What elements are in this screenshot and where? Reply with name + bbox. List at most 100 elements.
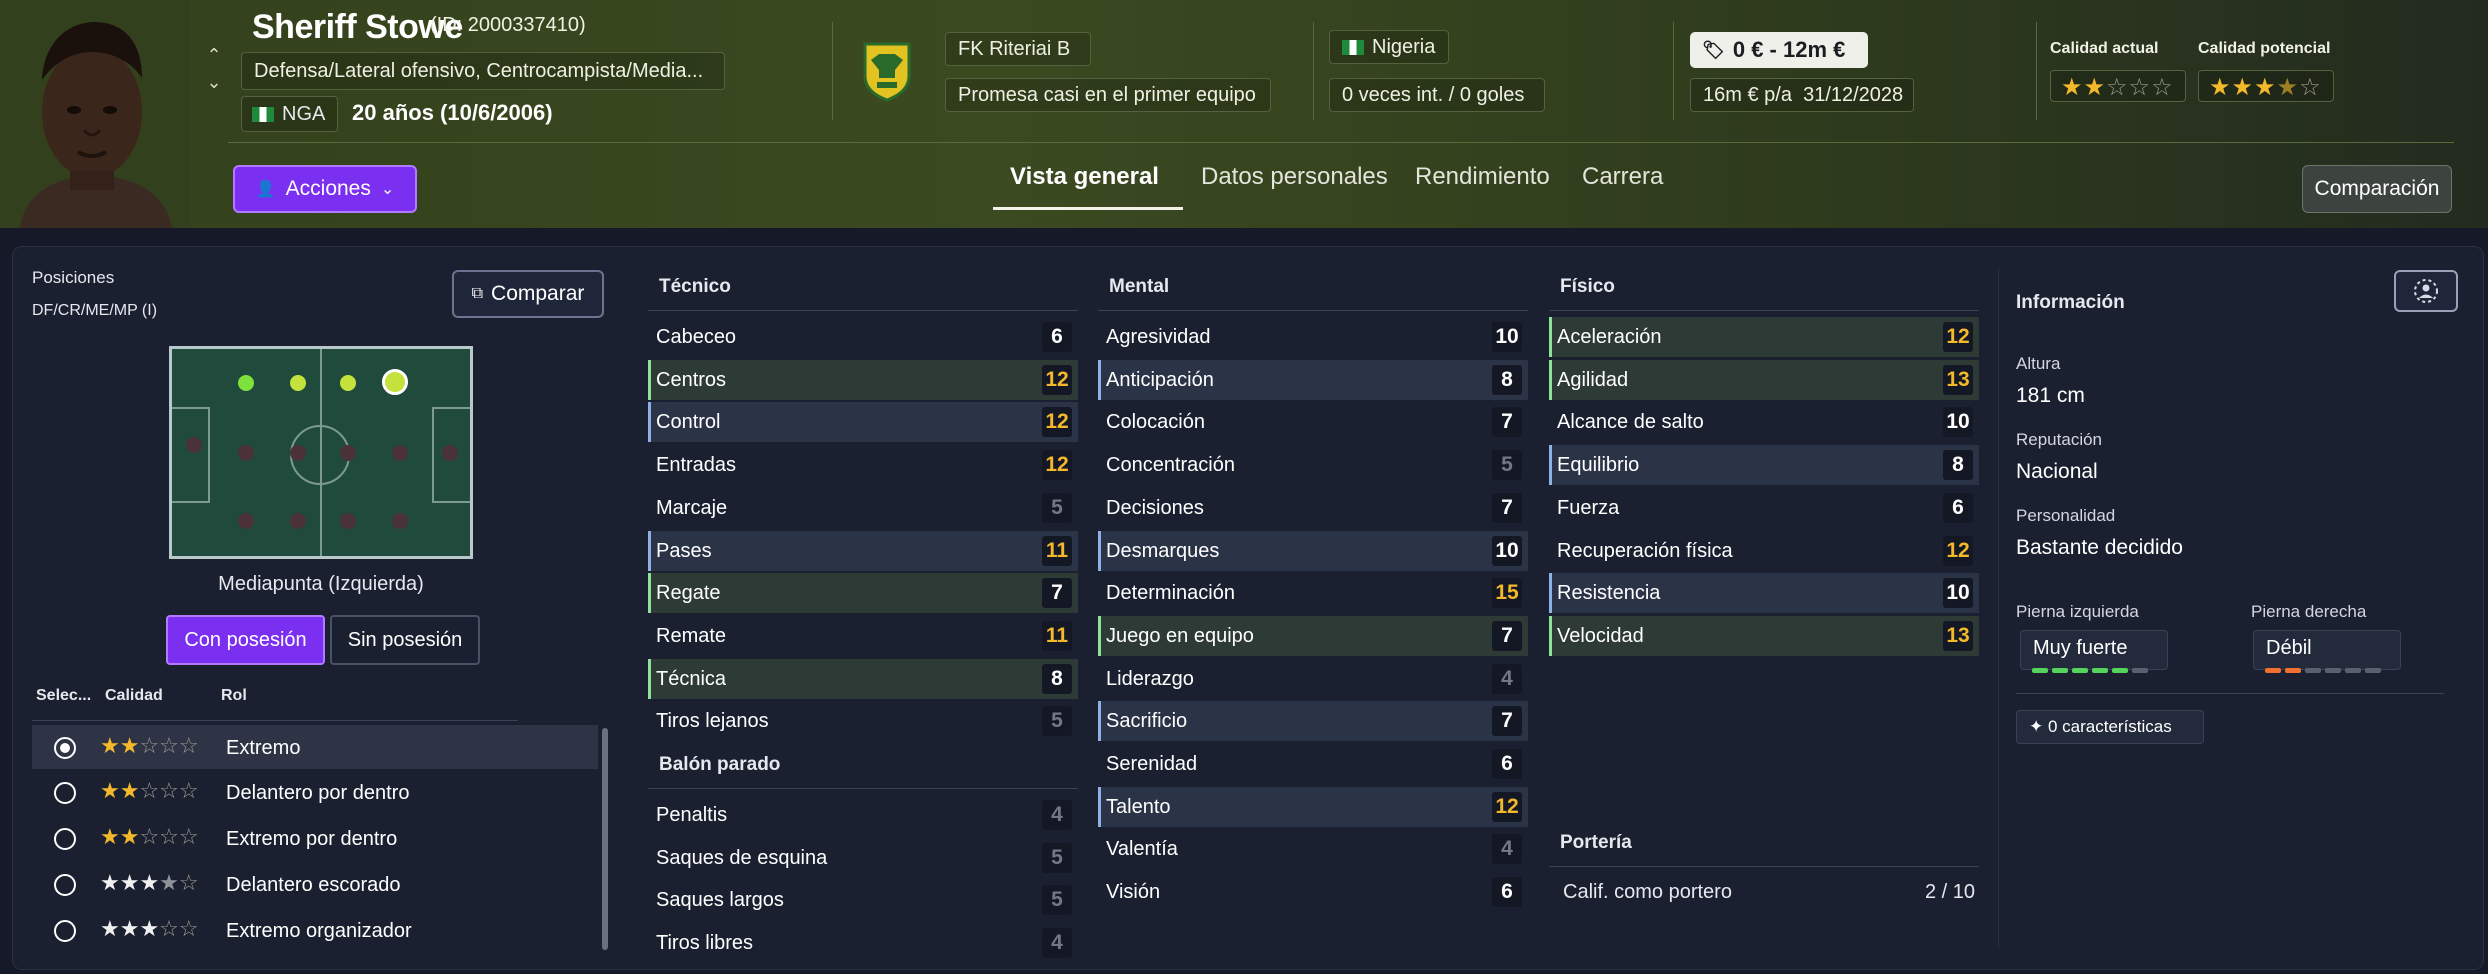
role-radio[interactable] <box>54 782 76 804</box>
out-of-possession-toggle[interactable]: Sin posesión <box>330 615 480 665</box>
attribute-row[interactable]: Concentración 5 <box>1098 445 1528 485</box>
attribute-row[interactable]: Penaltis 4 <box>648 795 1078 835</box>
attribute-row[interactable]: Sacrificio 7 <box>1098 701 1528 742</box>
attribute-row[interactable]: Desmarques 10 <box>1098 530 1528 571</box>
attribute-row[interactable]: Resistencia 10 <box>1549 573 1979 614</box>
position-dot[interactable] <box>340 513 356 529</box>
position-dot[interactable] <box>290 445 306 461</box>
attribute-highlight-bar <box>648 838 651 878</box>
tab-performance[interactable]: Rendimiento <box>1415 163 1550 191</box>
attribute-value: 6 <box>1042 322 1072 352</box>
attribute-row[interactable]: Liderazgo 4 <box>1098 659 1528 699</box>
attribute-row[interactable]: Talento 12 <box>1098 786 1528 827</box>
profile-settings-button[interactable] <box>2394 270 2458 312</box>
position-dot[interactable] <box>442 445 458 461</box>
role-row-delantero-por-dentro[interactable]: ★★☆☆☆ Delantero por dentro <box>32 770 598 814</box>
attribute-row[interactable]: Juego en equipo 7 <box>1098 615 1528 656</box>
roles-scrollbar[interactable] <box>602 728 608 950</box>
position-dot[interactable] <box>186 437 202 453</box>
position-dot[interactable] <box>340 375 356 391</box>
attribute-row[interactable]: Colocación 7 <box>1098 402 1528 442</box>
position-dot[interactable] <box>340 445 356 461</box>
role-name: Delantero por dentro <box>226 782 410 804</box>
role-radio-selected[interactable] <box>54 737 76 759</box>
position-dot[interactable] <box>290 375 306 391</box>
attribute-name: Decisiones <box>1106 496 1204 519</box>
attribute-row[interactable]: Equilibrio 8 <box>1549 445 1979 486</box>
role-row-extremo[interactable]: ★★☆☆☆ Extremo <box>32 725 598 769</box>
header-divider <box>1673 22 1674 120</box>
attribute-row[interactable]: Regate 7 <box>648 573 1078 614</box>
position-dot[interactable] <box>238 445 254 461</box>
attribute-row[interactable]: Aceleración 12 <box>1549 317 1979 357</box>
role-quality-stars: ★★☆☆☆ <box>100 778 199 803</box>
compare-button[interactable]: ⧉ Comparar <box>452 270 604 318</box>
in-possession-toggle[interactable]: Con posesión <box>166 615 325 665</box>
attribute-row[interactable]: Determinación 15 <box>1098 573 1528 613</box>
role-radio[interactable] <box>54 874 76 896</box>
role-row-extremo-organizador[interactable]: ★★★☆☆ Extremo organizador <box>32 908 598 952</box>
attribute-name: Pases <box>656 539 712 562</box>
player-age: 20 años (10/6/2006) <box>352 100 553 125</box>
attribute-row[interactable]: Alcance de salto 10 <box>1549 402 1979 442</box>
position-dot[interactable] <box>238 375 254 391</box>
height-label: Altura <box>2016 354 2061 373</box>
position-dot[interactable] <box>392 513 408 529</box>
attribute-row[interactable]: Recuperación física 12 <box>1549 531 1979 571</box>
role-row-delantero-escorado[interactable]: ★★★★☆ Delantero escorado <box>32 862 598 906</box>
attribute-row[interactable]: Cabeceo 6 <box>648 317 1078 357</box>
tab-personal-data[interactable]: Datos personales <box>1201 163 1388 191</box>
attribute-highlight-bar <box>648 573 651 614</box>
attribute-row[interactable]: Serenidad 6 <box>1098 744 1528 784</box>
attribute-row[interactable]: Tiros lejanos 5 <box>648 701 1078 741</box>
attribute-row[interactable]: Centros 12 <box>648 359 1078 400</box>
attribute-row[interactable]: Saques largos 5 <box>648 880 1078 920</box>
nation-badge[interactable]: Nigeria <box>1329 30 1449 64</box>
goalkeeper-rating-row: Calif. como portero 2 / 10 <box>1555 872 1975 912</box>
section-divider <box>1549 866 1979 867</box>
role-col-select[interactable]: Selec... <box>36 687 91 705</box>
attribute-row[interactable]: Visión 6 <box>1098 872 1528 912</box>
attribute-row[interactable]: Técnica 8 <box>648 658 1078 699</box>
attribute-row[interactable]: Agilidad 13 <box>1549 359 1979 400</box>
attribute-row[interactable]: Pases 11 <box>648 530 1078 571</box>
attribute-row[interactable]: Decisiones 7 <box>1098 488 1528 528</box>
attribute-name: Tiros lejanos <box>656 710 769 733</box>
attribute-name: Sacrificio <box>1106 710 1188 733</box>
foot-meter-segment <box>2265 668 2281 673</box>
position-dot[interactable] <box>392 445 408 461</box>
position-pitch[interactable] <box>169 346 473 559</box>
foot-meter-segment <box>2112 668 2128 673</box>
chevron-down-icon: ⌄ <box>380 181 395 198</box>
role-col-quality[interactable]: Calidad <box>105 687 163 705</box>
attribute-row[interactable]: Tiros libres 4 <box>648 923 1078 963</box>
next-player-arrow[interactable]: ⌄ <box>203 72 225 92</box>
attribute-row[interactable]: Valentía 4 <box>1098 829 1528 869</box>
tab-career[interactable]: Carrera <box>1582 163 1663 191</box>
position-dot[interactable] <box>290 513 306 529</box>
club-name[interactable]: FK Riteriai B <box>945 32 1091 66</box>
role-row-extremo-por-dentro[interactable]: ★★☆☆☆ Extremo por dentro <box>32 816 598 860</box>
traits-button[interactable]: ✦ 0 características <box>2016 710 2204 744</box>
attribute-row[interactable]: Control 12 <box>648 402 1078 443</box>
attribute-row[interactable]: Velocidad 13 <box>1549 615 1979 656</box>
attribute-row[interactable]: Anticipación 8 <box>1098 359 1528 400</box>
attribute-row[interactable]: Saques de esquina 5 <box>648 838 1078 878</box>
tab-overview[interactable]: Vista general <box>1010 163 1159 191</box>
previous-player-arrow[interactable]: ⌃ <box>203 45 225 65</box>
selected-position-dot[interactable] <box>382 369 408 395</box>
role-col-role[interactable]: Rol <box>221 687 247 705</box>
attribute-highlight-bar <box>1098 359 1101 400</box>
attribute-row[interactable]: Marcaje 5 <box>648 488 1078 528</box>
attribute-row[interactable]: Fuerza 6 <box>1549 488 1979 528</box>
attribute-value: 15 <box>1492 578 1522 609</box>
attribute-row[interactable]: Remate 11 <box>648 616 1078 656</box>
attribute-row[interactable]: Entradas 12 <box>648 445 1078 485</box>
role-radio[interactable] <box>54 828 76 850</box>
position-dot[interactable] <box>238 513 254 529</box>
actions-menu-button[interactable]: 👤 Acciones ⌄ <box>233 165 417 213</box>
attribute-row[interactable]: Agresividad 10 <box>1098 317 1528 357</box>
player-id: (ID: 2000337410) <box>430 14 586 36</box>
comparison-button[interactable]: Comparación <box>2302 165 2452 213</box>
role-radio[interactable] <box>54 920 76 942</box>
